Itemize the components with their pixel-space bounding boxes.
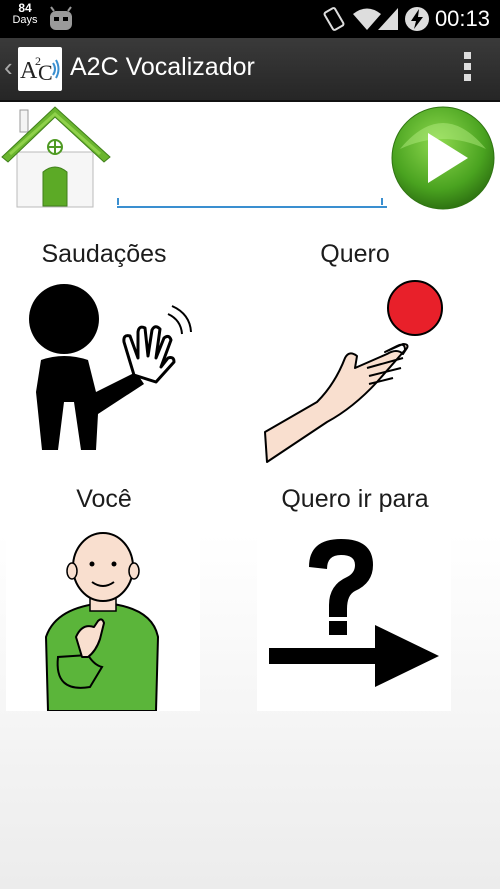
card-image [257, 272, 451, 466]
svg-text:C: C [38, 60, 53, 85]
person-pointing-icon [44, 532, 160, 711]
card-label: Você [76, 485, 132, 513]
question-arrow-icon [269, 539, 439, 687]
card-voce[interactable]: Você [6, 481, 202, 711]
app-title: A2C Vocalizador [70, 53, 255, 81]
input-left-tick [117, 198, 119, 205]
clock: 00:13 [434, 6, 490, 31]
up-caret-icon[interactable]: ‹ [4, 52, 13, 83]
card-label: Quero [320, 240, 390, 268]
hand-reaching-ball-icon [264, 280, 443, 463]
signal-icon [378, 8, 398, 30]
card-quero-ir-para[interactable]: Quero ir para [257, 481, 453, 711]
play-button[interactable] [390, 105, 496, 211]
card-image [6, 517, 200, 711]
action-bar: ‹ A 2 C A2C Vocalizador [0, 38, 500, 102]
home-button[interactable] [0, 102, 112, 210]
android-icon [50, 6, 72, 30]
vibrate-icon [323, 7, 345, 31]
days-label: Days [12, 14, 38, 26]
card-label: Quero ir para [281, 485, 429, 513]
play-icon [391, 106, 495, 210]
overflow-menu-icon[interactable] [462, 52, 472, 86]
days-count: 84 [18, 1, 32, 15]
app-logo[interactable]: A 2 C [18, 47, 62, 91]
a2c-logo-icon: A 2 C [20, 54, 60, 85]
card-image [6, 272, 200, 466]
input-right-tick [381, 198, 383, 205]
days-counter: 84 Days [12, 2, 38, 26]
home-icon [1, 106, 111, 208]
waving-person-icon [29, 284, 192, 450]
phrase-input[interactable] [117, 150, 387, 208]
card-label: Saudações [41, 240, 167, 268]
card-quero[interactable]: Quero [257, 236, 453, 466]
card-saudacoes[interactable]: Saudações [6, 236, 202, 466]
battery-charging-icon [405, 7, 429, 31]
card-image [257, 517, 451, 711]
status-bar: 84 Days 00:13 [0, 0, 500, 38]
